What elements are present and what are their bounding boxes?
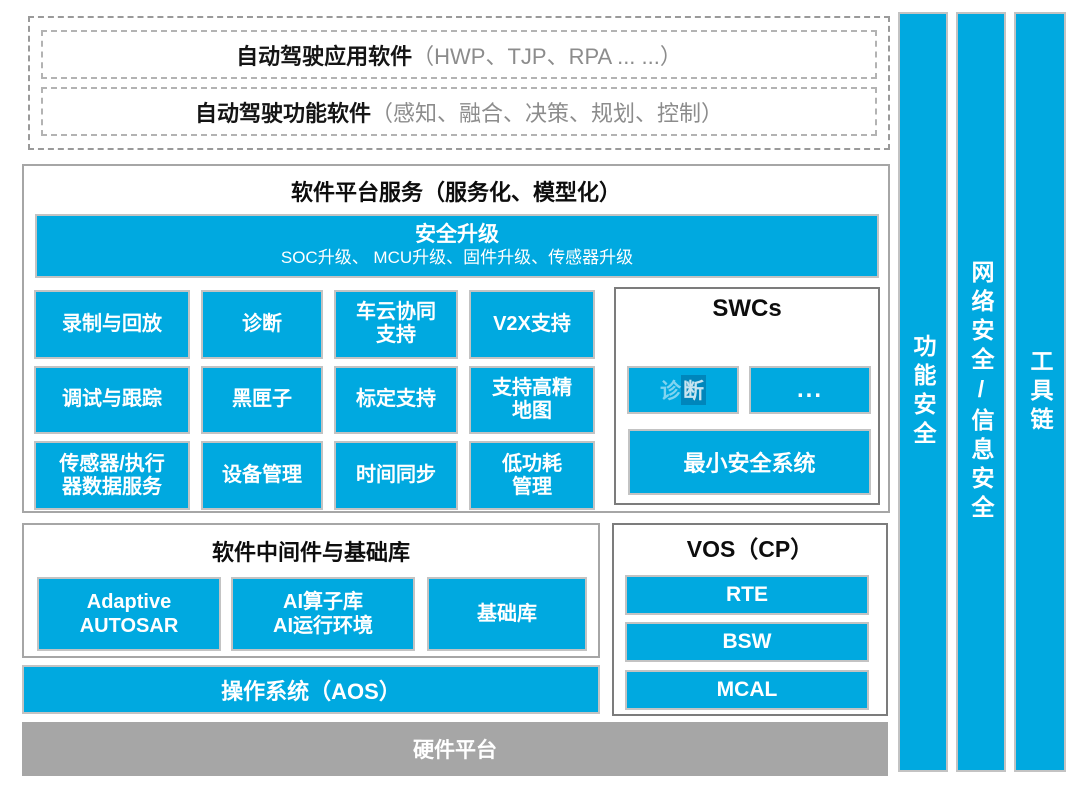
middleware-base-lib: 基础库	[427, 577, 587, 651]
swcs-ellipsis-box: ...	[749, 366, 871, 414]
pillar-toolchain-label: 工具链	[1023, 349, 1057, 436]
swcs-diagnosis-char1: 诊	[660, 375, 681, 405]
software-platform-services-box: 软件平台服务（服务化、模型化） 安全升级 SOC升级、 MCU升级、固件升级、传…	[22, 164, 890, 513]
platform-cell-record-replay: 录制与回放	[34, 290, 190, 359]
pillar-network-information-security-label: 网络安全/信息安全	[964, 260, 998, 524]
ad-application-software-box: 自动驾驶应用软件 （HWP、TJP、RPA ... ...）	[41, 30, 877, 79]
autonomous-driving-software-group: 自动驾驶应用软件 （HWP、TJP、RPA ... ...） 自动驾驶功能软件 …	[28, 16, 890, 150]
ad-function-software-title: 自动驾驶功能软件	[195, 96, 371, 128]
middleware-adaptive-autosar: Adaptive AUTOSAR	[37, 577, 221, 651]
vos-cp-panel: VOS（CP） RTE BSW MCAL	[612, 523, 888, 716]
pillar-functional-safety-label: 功能安全	[906, 334, 940, 450]
middleware-box: 软件中间件与基础库 Adaptive AUTOSAR AI算子库 AI运行环境 …	[22, 523, 600, 658]
architecture-diagram: 自动驾驶应用软件 （HWP、TJP、RPA ... ...） 自动驾驶功能软件 …	[0, 0, 1080, 786]
pillar-toolchain: 工具链	[1014, 12, 1066, 772]
vos-cp-title: VOS（CP）	[614, 530, 886, 564]
swcs-diagnosis-box: 诊 断	[627, 366, 739, 414]
ad-application-software-detail: （HWP、TJP、RPA ... ...）	[412, 39, 682, 71]
platform-cell-debug-trace: 调试与跟踪	[34, 366, 190, 435]
vos-layer-bsw: BSW	[625, 622, 869, 662]
hardware-platform-bar: 硬件平台	[22, 722, 888, 776]
ad-function-software-box: 自动驾驶功能软件 （感知、融合、决策、规划、控制）	[41, 87, 877, 136]
platform-cell-v2x: V2X支持	[469, 290, 595, 359]
vos-layer-rte: RTE	[625, 575, 869, 615]
platform-services-title: 软件平台服务（服务化、模型化）	[24, 175, 888, 207]
security-upgrade-banner: 安全升级 SOC升级、 MCU升级、固件升级、传感器升级	[35, 214, 879, 278]
platform-cell-cloud-coop: 车云协同 支持	[334, 290, 458, 359]
pillar-functional-safety: 功能安全	[898, 12, 948, 772]
platform-cell-device-mgmt: 设备管理	[201, 441, 323, 510]
middleware-title: 软件中间件与基础库	[24, 535, 598, 567]
platform-cell-low-power: 低功耗 管理	[469, 441, 595, 510]
platform-cell-time-sync: 时间同步	[334, 441, 458, 510]
ad-function-software-detail: （感知、融合、决策、规划、控制）	[371, 96, 723, 128]
platform-cell-blackbox: 黑匣子	[201, 366, 323, 435]
platform-cell-sensor-data: 传感器/执行 器数据服务	[34, 441, 190, 510]
platform-services-grid: 录制与回放 诊断 车云协同 支持 V2X支持 调试与跟踪 黑匣子 标定支持 支持…	[34, 290, 612, 510]
platform-cell-hd-map: 支持高精 地图	[469, 366, 595, 435]
pillar-network-information-security: 网络安全/信息安全	[956, 12, 1006, 772]
ad-application-software-title: 自动驾驶应用软件	[236, 39, 412, 71]
swcs-min-safety-box: 最小安全系统	[628, 429, 871, 495]
middleware-ai-libs: AI算子库 AI运行环境	[231, 577, 415, 651]
operating-system-aos-bar: 操作系统（AOS）	[22, 665, 600, 714]
security-upgrade-subtitle: SOC升级、 MCU升级、固件升级、传感器升级	[281, 247, 633, 268]
swcs-panel: SWCs 诊 断 ... 最小安全系统	[614, 287, 880, 505]
vos-layer-mcal: MCAL	[625, 670, 869, 710]
swcs-title: SWCs	[616, 295, 878, 323]
platform-cell-diagnosis: 诊断	[201, 290, 323, 359]
swcs-diagnosis-char2: 断	[681, 375, 706, 405]
security-upgrade-title: 安全升级	[415, 223, 499, 247]
platform-cell-calibration: 标定支持	[334, 366, 458, 435]
